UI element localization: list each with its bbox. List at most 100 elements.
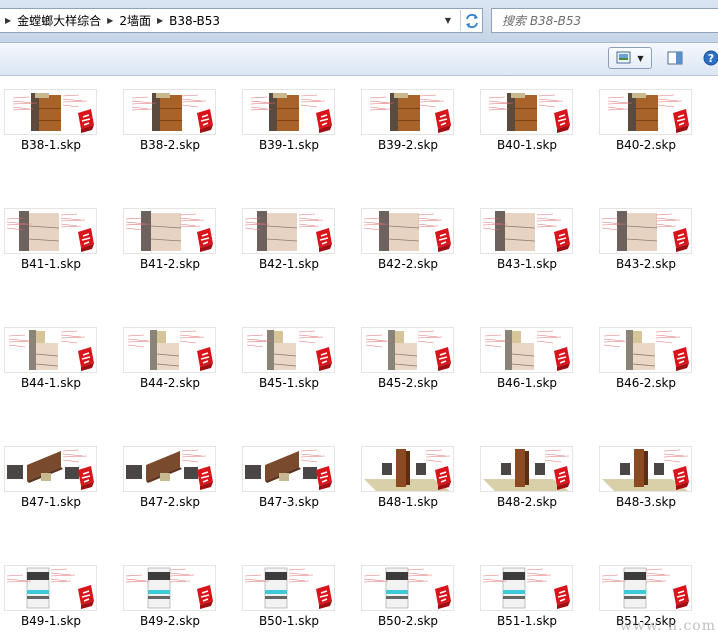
- file-item[interactable]: B42-1.skp: [239, 195, 339, 285]
- file-name: B38-2.skp: [139, 138, 201, 152]
- model-preview-image: [363, 567, 451, 609]
- file-name: B43-2.skp: [615, 257, 677, 271]
- sketchup-file-icon: [316, 228, 332, 252]
- sketchup-file-icon: [316, 466, 332, 490]
- file-item[interactable]: B48-3.skp: [596, 433, 696, 523]
- model-preview-image: [250, 93, 332, 133]
- breadcrumb-item[interactable]: 金螳螂大样综合: [17, 12, 101, 29]
- file-item[interactable]: B46-1.skp: [477, 314, 577, 404]
- file-item[interactable]: B47-3.skp: [239, 433, 339, 523]
- file-item[interactable]: B40-2.skp: [596, 76, 696, 166]
- sketchup-file-icon: [316, 585, 332, 609]
- svg-text:?: ?: [708, 52, 714, 65]
- sketchup-file-icon: [78, 347, 94, 371]
- breadcrumb-item[interactable]: 2墙面: [119, 12, 151, 29]
- view-mode-icon: [616, 51, 631, 64]
- file-name: B47-3.skp: [258, 495, 320, 509]
- file-item[interactable]: B38-1.skp: [1, 76, 101, 166]
- file-thumbnail: [600, 566, 691, 610]
- sketchup-file-icon: [435, 585, 451, 609]
- file-name: B45-1.skp: [258, 376, 320, 390]
- model-preview-image: [483, 449, 570, 491]
- file-name: B42-1.skp: [258, 257, 320, 271]
- search-placeholder: 搜索 B38-B53: [502, 14, 582, 28]
- model-preview-image: [244, 211, 332, 252]
- file-thumbnail: [362, 447, 453, 491]
- preview-pane-button[interactable]: [663, 47, 687, 69]
- file-name: B46-1.skp: [496, 376, 558, 390]
- model-preview-image: [6, 211, 94, 252]
- file-item[interactable]: B41-1.skp: [1, 195, 101, 285]
- sketchup-file-icon: [673, 228, 689, 252]
- sketchup-file-icon: [78, 109, 94, 133]
- file-name: B47-2.skp: [139, 495, 201, 509]
- file-item[interactable]: B48-1.skp: [358, 433, 458, 523]
- file-thumbnail: [243, 90, 334, 134]
- file-item[interactable]: B38-2.skp: [120, 76, 220, 166]
- model-preview-image: [363, 211, 451, 252]
- address-bar-strip: ▶ 金螳螂大样综合 ▶ 2墙面 ▶ B38-B53 ▼ 搜索 B38-B53: [0, 0, 718, 43]
- sketchup-file-icon: [197, 109, 213, 133]
- sketchup-file-icon: [435, 228, 451, 252]
- file-item[interactable]: B41-2.skp: [120, 195, 220, 285]
- model-preview-image: [246, 330, 332, 371]
- file-item[interactable]: B46-2.skp: [596, 314, 696, 404]
- model-preview-image: [484, 330, 570, 371]
- file-thumbnail: [362, 209, 453, 253]
- file-name: B51-1.skp: [496, 614, 558, 628]
- model-preview-image: [244, 567, 332, 609]
- file-item[interactable]: B39-2.skp: [358, 76, 458, 166]
- file-name: B44-2.skp: [139, 376, 201, 390]
- file-item[interactable]: B40-1.skp: [477, 76, 577, 166]
- file-item[interactable]: B48-2.skp: [477, 433, 577, 523]
- file-item[interactable]: B47-2.skp: [120, 433, 220, 523]
- file-name: B42-2.skp: [377, 257, 439, 271]
- file-thumbnail: [124, 90, 215, 134]
- file-item[interactable]: B45-2.skp: [358, 314, 458, 404]
- chevron-down-icon[interactable]: ▼: [637, 54, 643, 63]
- model-preview-image: [12, 93, 94, 133]
- file-thumbnail: [362, 328, 453, 372]
- sketchup-file-icon: [673, 347, 689, 371]
- sketchup-file-icon: [673, 585, 689, 609]
- refresh-button[interactable]: [460, 10, 483, 31]
- file-name: B48-3.skp: [615, 495, 677, 509]
- search-input[interactable]: 搜索 B38-B53: [491, 8, 718, 33]
- sketchup-file-icon: [554, 585, 570, 609]
- breadcrumb-separator-icon[interactable]: ▶: [107, 16, 113, 25]
- file-item[interactable]: B44-1.skp: [1, 314, 101, 404]
- sketchup-file-icon: [316, 109, 332, 133]
- breadcrumb-separator-icon[interactable]: ▶: [157, 16, 163, 25]
- file-item[interactable]: B43-2.skp: [596, 195, 696, 285]
- address-bar[interactable]: ▶ 金螳螂大样综合 ▶ 2墙面 ▶ B38-B53 ▼: [0, 8, 483, 33]
- file-thumbnail: [600, 209, 691, 253]
- file-item[interactable]: B42-2.skp: [358, 195, 458, 285]
- model-preview-image: [488, 93, 570, 133]
- file-item[interactable]: B49-2.skp: [120, 552, 220, 642]
- file-item[interactable]: B47-1.skp: [1, 433, 101, 523]
- sketchup-file-icon: [78, 585, 94, 609]
- breadcrumb-item[interactable]: B38-B53: [169, 14, 220, 28]
- file-thumbnail: [481, 566, 572, 610]
- help-button[interactable]: ?: [700, 47, 718, 69]
- sketchup-file-icon: [78, 466, 94, 490]
- file-item[interactable]: B45-1.skp: [239, 314, 339, 404]
- file-item[interactable]: B50-2.skp: [358, 552, 458, 642]
- file-name: B50-1.skp: [258, 614, 320, 628]
- address-history-dropdown-icon[interactable]: ▼: [439, 11, 457, 30]
- file-item[interactable]: B44-2.skp: [120, 314, 220, 404]
- breadcrumb-arrow-icon[interactable]: ▶: [5, 16, 11, 25]
- file-item[interactable]: B49-1.skp: [1, 552, 101, 642]
- file-item[interactable]: B39-1.skp: [239, 76, 339, 166]
- file-thumbnail: [481, 209, 572, 253]
- file-thumbnail: [124, 447, 215, 491]
- model-preview-image: [127, 330, 213, 371]
- sketchup-file-icon: [435, 347, 451, 371]
- file-thumbnail: [481, 90, 572, 134]
- view-mode-button[interactable]: ▼: [608, 47, 652, 69]
- file-item[interactable]: B51-1.skp: [477, 552, 577, 642]
- file-item[interactable]: B43-1.skp: [477, 195, 577, 285]
- model-preview-image: [125, 567, 213, 609]
- model-preview-image: [7, 449, 94, 490]
- file-item[interactable]: B50-1.skp: [239, 552, 339, 642]
